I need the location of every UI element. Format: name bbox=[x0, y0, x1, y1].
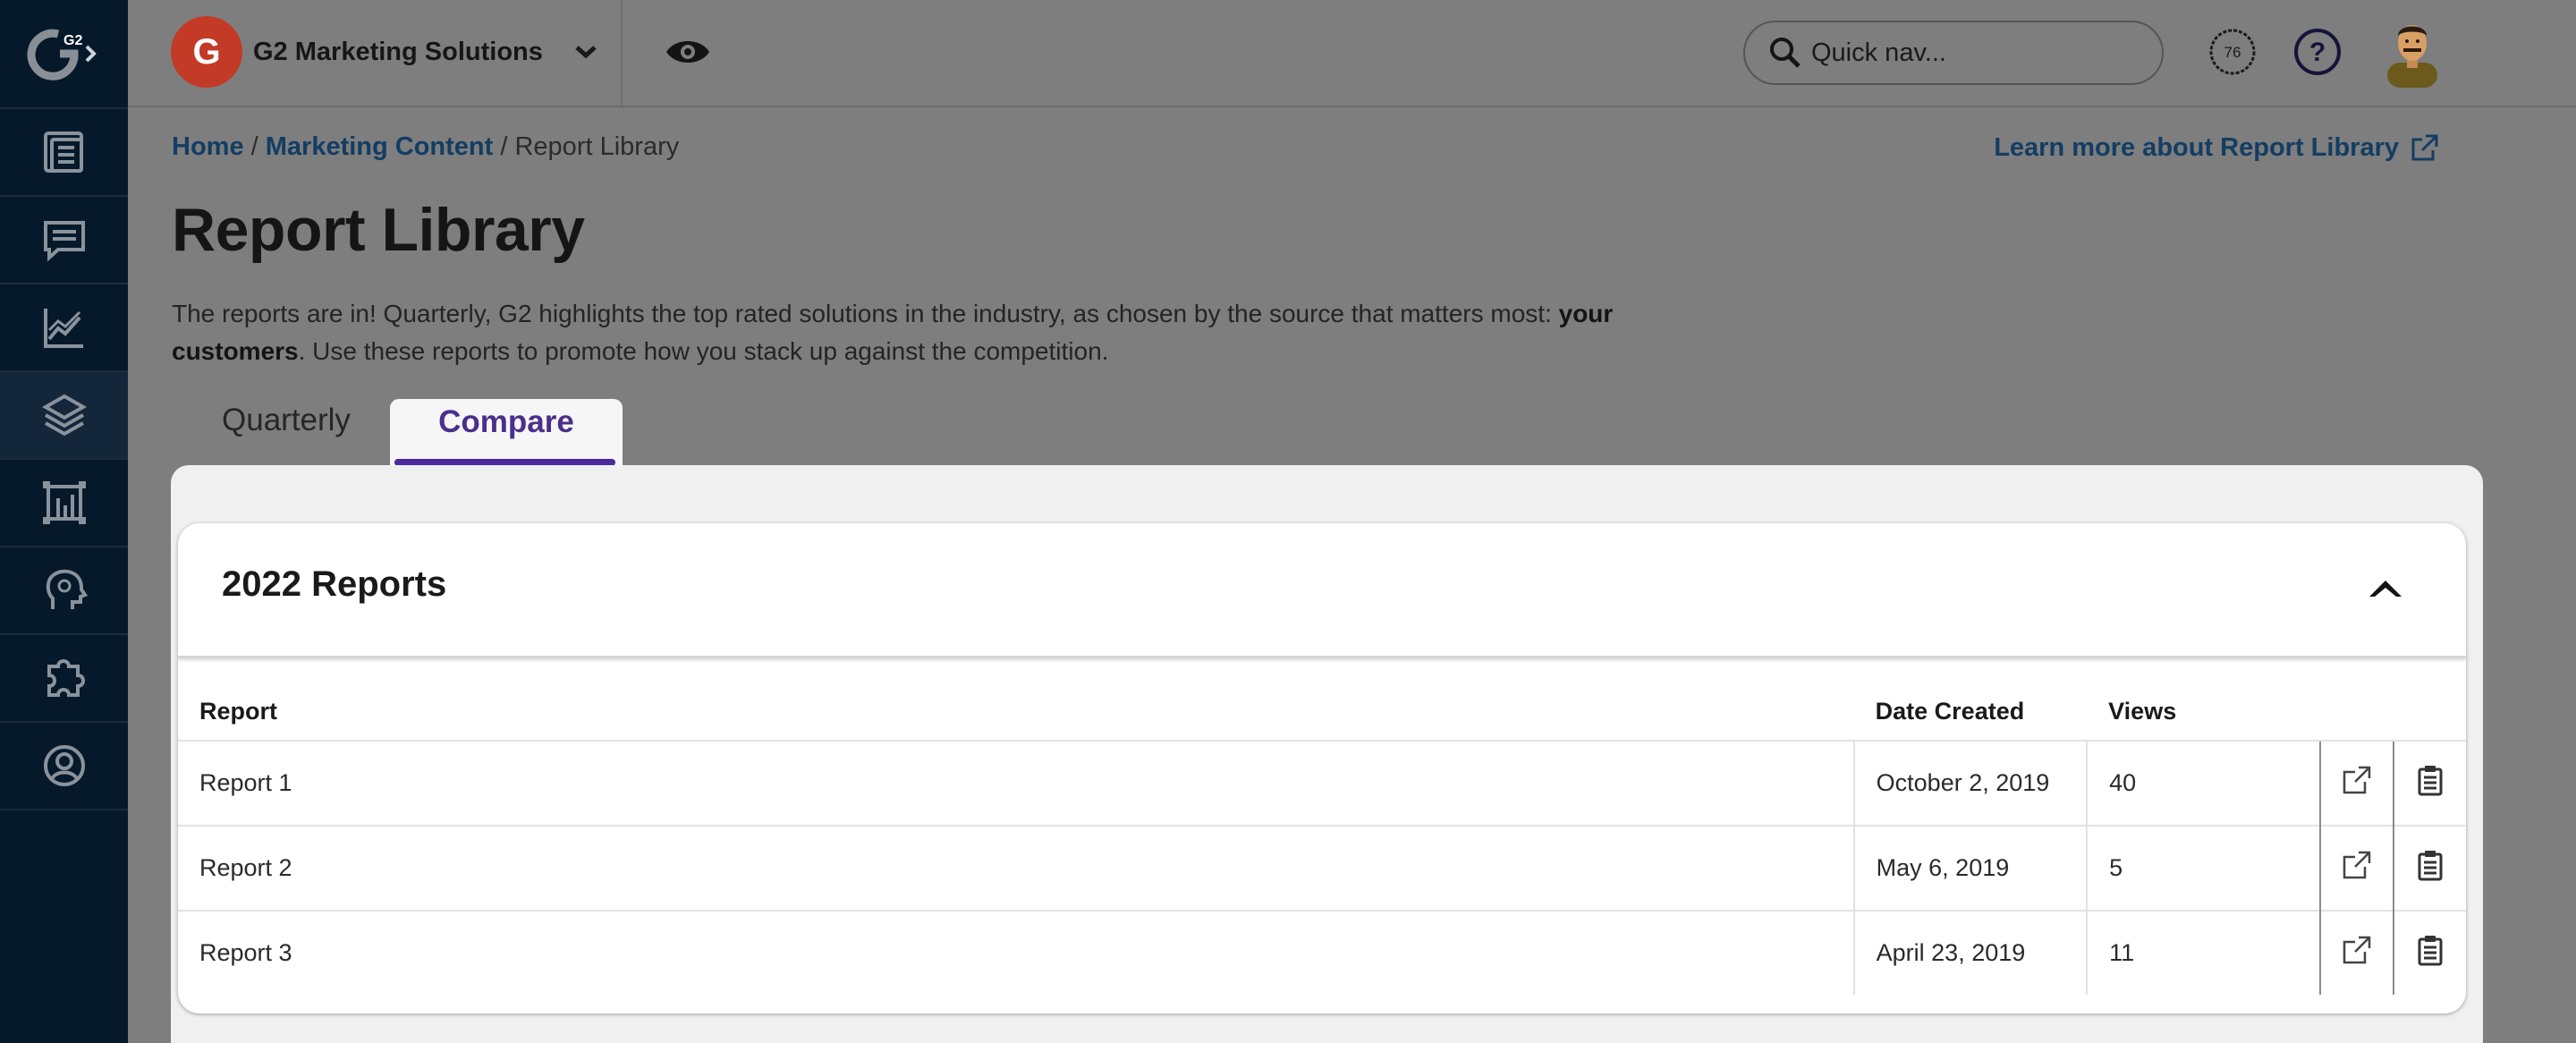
newspaper-icon bbox=[43, 131, 83, 173]
clipboard-icon bbox=[2418, 766, 2443, 796]
description-text: The reports are in! Quarterly, G2 highli… bbox=[172, 300, 1559, 327]
external-link-icon bbox=[2343, 851, 2370, 879]
copy-report-button[interactable] bbox=[2392, 825, 2466, 911]
column-header-open bbox=[2320, 683, 2394, 741]
line-chart-icon bbox=[43, 309, 83, 348]
sidebar-item-analytics[interactable] bbox=[0, 284, 128, 372]
column-header-copy bbox=[2394, 683, 2466, 741]
company-logo: G bbox=[171, 16, 242, 88]
sidebar-item-reviews[interactable] bbox=[0, 197, 128, 284]
cell-date-created: October 2, 2019 bbox=[1852, 740, 2088, 826]
frame-chart-icon bbox=[42, 481, 86, 524]
score-ring-icon[interactable]: 76 bbox=[2207, 27, 2258, 77]
quick-nav-search[interactable] bbox=[1743, 21, 2164, 85]
table-row: Report 3 April 23, 2019 11 bbox=[178, 910, 2466, 995]
quick-nav-input[interactable] bbox=[1809, 37, 2153, 69]
company-name: G2 Marketing Solutions bbox=[253, 37, 543, 66]
section-header[interactable]: 2022 Reports bbox=[178, 523, 2466, 658]
learn-more-link[interactable]: Learn more about Report Library bbox=[1994, 132, 2440, 163]
breadcrumb-marketing-content[interactable]: Marketing Content bbox=[266, 132, 494, 161]
column-header-date-created[interactable]: Date Created bbox=[1854, 683, 2088, 741]
breadcrumb-home[interactable]: Home bbox=[172, 132, 244, 161]
help-icon[interactable]: ? bbox=[2292, 27, 2343, 77]
g2-logo-icon: G2 bbox=[27, 29, 97, 81]
chevron-down-icon bbox=[575, 46, 597, 59]
g2-logo-superscript: G2 bbox=[64, 33, 82, 48]
column-header-views[interactable]: Views bbox=[2087, 683, 2320, 741]
copy-report-button[interactable] bbox=[2392, 740, 2466, 826]
sidebar-item-content[interactable] bbox=[0, 109, 128, 197]
cell-date-created: May 6, 2019 bbox=[1852, 825, 2088, 911]
cell-views: 5 bbox=[2086, 825, 2320, 911]
sidebar-item-widgets[interactable] bbox=[0, 460, 128, 547]
external-link-icon bbox=[2343, 766, 2370, 794]
top-bar: G G2 Marketing Solutions 76 ? bbox=[128, 0, 2576, 107]
description-text-end: . Use these reports to promote how you s… bbox=[298, 337, 1109, 365]
cell-report: Report 3 bbox=[178, 910, 1854, 995]
user-circle-icon bbox=[43, 745, 85, 786]
reports-section: 2022 Reports Report Date Created Views R… bbox=[178, 523, 2466, 1013]
avatar[interactable] bbox=[2377, 16, 2448, 88]
help-glyph: ? bbox=[2309, 38, 2326, 67]
clipboard-icon bbox=[2418, 851, 2443, 881]
open-report-button[interactable] bbox=[2318, 910, 2394, 995]
cell-report: Report 2 bbox=[178, 825, 1854, 911]
topbar-divider bbox=[621, 0, 623, 106]
layers-icon bbox=[41, 394, 87, 437]
clipboard-icon bbox=[2418, 936, 2443, 966]
puzzle-icon bbox=[47, 659, 85, 697]
page-title: Report Library bbox=[172, 196, 585, 264]
sidebar: G2 bbox=[0, 0, 128, 1043]
sidebar-item-integrations[interactable] bbox=[0, 635, 128, 723]
company-switcher[interactable]: G G2 Marketing Solutions bbox=[171, 16, 602, 88]
eye-icon[interactable] bbox=[665, 34, 711, 70]
table-row: Report 1 October 2, 2019 40 bbox=[178, 740, 2466, 826]
g2-logo[interactable]: G2 bbox=[0, 0, 128, 109]
external-link-icon bbox=[2343, 936, 2370, 964]
page-description: The reports are in! Quarterly, G2 highli… bbox=[172, 295, 1710, 370]
learn-more-label: Learn more about Report Library bbox=[1994, 132, 2399, 162]
score-value: 76 bbox=[2224, 44, 2241, 61]
breadcrumb-separator: / bbox=[493, 132, 515, 161]
section-title: 2022 Reports bbox=[222, 564, 447, 604]
chevron-up-icon[interactable] bbox=[2366, 572, 2405, 604]
table-row: Report 2 May 6, 2019 5 bbox=[178, 825, 2466, 911]
open-report-button[interactable] bbox=[2318, 825, 2394, 911]
cell-report: Report 1 bbox=[178, 740, 1854, 826]
breadcrumb-separator: / bbox=[243, 132, 266, 161]
cell-views: 40 bbox=[2086, 740, 2320, 826]
sidebar-item-intelligence[interactable] bbox=[0, 547, 128, 635]
head-brain-icon bbox=[46, 569, 88, 609]
table-header-row: Report Date Created Views bbox=[178, 683, 2466, 741]
open-report-button[interactable] bbox=[2318, 740, 2394, 826]
column-header-report[interactable]: Report bbox=[178, 683, 1854, 741]
breadcrumb-current: Report Library bbox=[514, 132, 680, 161]
tab-quarterly[interactable]: Quarterly bbox=[222, 403, 351, 438]
breadcrumb: Home / Marketing Content / Report Librar… bbox=[172, 132, 679, 162]
cell-views: 11 bbox=[2086, 910, 2320, 995]
sidebar-item-account[interactable] bbox=[0, 723, 128, 810]
copy-report-button[interactable] bbox=[2392, 910, 2466, 995]
search-icon bbox=[1770, 38, 1801, 68]
sidebar-item-marketing-content[interactable] bbox=[0, 372, 128, 460]
external-link-icon bbox=[2411, 134, 2438, 161]
cell-date-created: April 23, 2019 bbox=[1852, 910, 2088, 995]
reports-table: Report Date Created Views Report 1 Octob… bbox=[178, 683, 2466, 995]
tab-compare[interactable]: Compare bbox=[390, 399, 623, 465]
chat-bubble-icon bbox=[43, 221, 85, 262]
